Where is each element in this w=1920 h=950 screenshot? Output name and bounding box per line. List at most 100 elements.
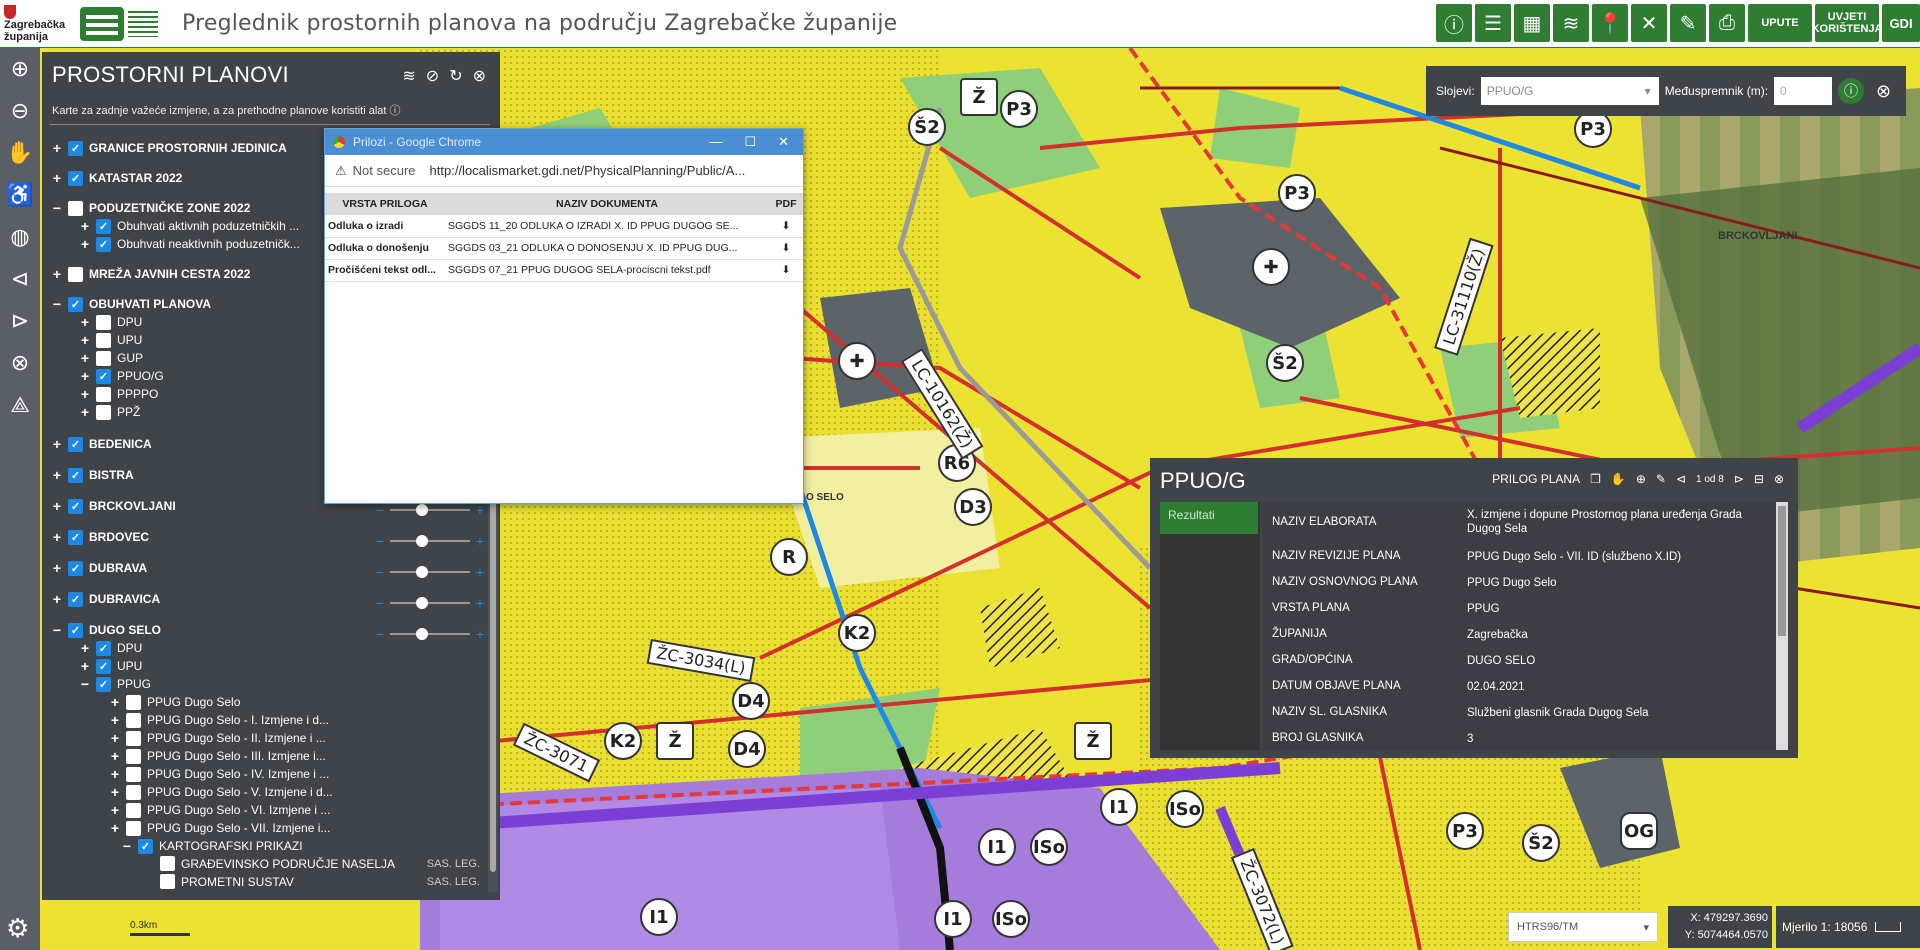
layer-row[interactable]: − ✓ KARTOGRAFSKI PRIKAZI bbox=[120, 838, 303, 854]
info-icon[interactable]: ⓘ bbox=[390, 105, 401, 117]
checkbox[interactable]: ✓ bbox=[68, 560, 83, 576]
opacity-slider[interactable]: − + bbox=[376, 564, 484, 580]
checkbox[interactable]: ✓ bbox=[96, 658, 111, 674]
checkbox[interactable] bbox=[126, 712, 141, 728]
globe-icon[interactable]: ◍ bbox=[0, 216, 40, 258]
checkbox[interactable] bbox=[126, 748, 141, 764]
checkbox[interactable] bbox=[96, 314, 111, 330]
layer-row[interactable]: − ✓ DUGO SELO bbox=[50, 622, 161, 638]
layer-row[interactable]: + ✓ Obuhvati neaktivnih poduzetničk... bbox=[78, 236, 300, 252]
url-text[interactable]: http://localismarket.gdi.net/PhysicalPla… bbox=[430, 163, 746, 178]
layer-row[interactable]: + ✓ GRANICE PROSTORNIH JEDINICA bbox=[50, 140, 287, 156]
checkbox[interactable]: ✓ bbox=[68, 296, 83, 312]
gear-icon[interactable]: ⚙ bbox=[6, 913, 29, 944]
column-header[interactable]: NAZIV DOKUMENTA bbox=[445, 193, 769, 215]
download-icon[interactable]: ⬇ bbox=[769, 259, 803, 282]
table-row[interactable]: Odluka o izradi SGGDS 11_20 ODLUKA O IZR… bbox=[325, 215, 803, 238]
layer-select[interactable]: PPUO/G ▾ bbox=[1480, 77, 1659, 105]
layer-row[interactable]: + PPUG Dugo Selo - VII. Izmjene i... bbox=[108, 820, 331, 836]
checkbox[interactable]: ✓ bbox=[138, 838, 153, 854]
highlight-icon[interactable]: ✎ bbox=[1656, 472, 1666, 486]
layer-row[interactable]: + ✓ DUBRAVICA bbox=[50, 591, 160, 607]
download-icon[interactable]: ⬇ bbox=[769, 215, 803, 238]
opacity-slider[interactable]: − + bbox=[376, 626, 484, 642]
checkbox[interactable] bbox=[126, 766, 141, 782]
layer-row[interactable]: − PODUZETNIČKE ZONE 2022 bbox=[50, 200, 250, 216]
tab-rezultati[interactable]: Rezultati bbox=[1160, 502, 1258, 534]
close-icon[interactable]: ✕ bbox=[778, 134, 789, 150]
layer-row[interactable]: + PPUG Dugo Selo bbox=[108, 694, 240, 710]
checkbox[interactable]: ✓ bbox=[68, 170, 83, 186]
checkbox[interactable]: ✓ bbox=[68, 467, 83, 483]
layer-row[interactable]: + PPUG Dugo Selo - VI. Izmjene i ... bbox=[108, 802, 331, 818]
layer-row[interactable]: + ✓ BEDENICA bbox=[50, 436, 152, 452]
checkbox[interactable] bbox=[68, 200, 83, 216]
layer-row[interactable]: + ✓ KATASTAR 2022 bbox=[50, 170, 182, 186]
checkbox[interactable] bbox=[96, 350, 111, 366]
layer-row[interactable]: PROMETNI SUSTAV bbox=[156, 874, 294, 889]
layer-row[interactable]: + GUP bbox=[78, 350, 143, 366]
previous-icon[interactable]: ⊲ bbox=[1676, 472, 1686, 486]
checkbox[interactable] bbox=[126, 802, 141, 818]
address-bar[interactable]: ⚠ Not secure http://localismarket.gdi.ne… bbox=[325, 155, 803, 187]
checkbox[interactable] bbox=[160, 874, 175, 889]
list-icon[interactable]: ☰ bbox=[1475, 4, 1511, 42]
results-scrollbar[interactable] bbox=[1776, 502, 1788, 750]
checkbox[interactable]: ✓ bbox=[96, 236, 111, 252]
layer-row[interactable]: − ✓ OBUHVATI PLANOVA bbox=[50, 296, 211, 312]
checkbox[interactable] bbox=[96, 404, 111, 420]
layer-row[interactable]: + PPŽ bbox=[78, 404, 140, 420]
close-icon[interactable]: ⊗ bbox=[473, 66, 486, 86]
table-row[interactable]: Pročišćeni tekst odl... SGGDS 07_21 PPUG… bbox=[325, 259, 803, 282]
layer-row[interactable]: + ✓ PPUO/G bbox=[78, 368, 164, 384]
layers-icon[interactable]: ≋ bbox=[1553, 4, 1589, 42]
pin-icon[interactable]: 📍 bbox=[1592, 4, 1628, 42]
checkbox[interactable] bbox=[126, 694, 141, 710]
layer-row[interactable]: + ✓ BRDOVEC bbox=[50, 529, 149, 545]
forward-icon[interactable]: ⊳ bbox=[0, 300, 40, 342]
checkbox[interactable]: ✓ bbox=[68, 591, 83, 607]
layer-row[interactable]: + ✓ UPU bbox=[78, 658, 142, 674]
layer-row[interactable]: − ✓ PPUG bbox=[78, 676, 151, 692]
layer-row[interactable]: + PPUG Dugo Selo - III. Izmjene i... bbox=[108, 748, 326, 764]
table-row[interactable]: Odluka o donošenju SGGDS 03_21 ODLUKA O … bbox=[325, 237, 803, 260]
prilog-plana-label[interactable]: PRILOG PLANA bbox=[1492, 472, 1580, 486]
info-icon[interactable]: ⓘ bbox=[1436, 4, 1472, 42]
checkbox[interactable] bbox=[96, 332, 111, 348]
gdi-button[interactable]: GDI bbox=[1882, 4, 1920, 42]
layer-row[interactable]: + PPPPO bbox=[78, 386, 158, 402]
layer-row[interactable]: + ✓ DPU bbox=[78, 640, 142, 656]
measure-icon[interactable]: ⟁ bbox=[0, 384, 40, 426]
checkbox[interactable] bbox=[96, 386, 111, 402]
maximize-icon[interactable]: ☐ bbox=[744, 134, 756, 150]
opacity-slider[interactable]: − + bbox=[376, 595, 484, 611]
upute-button[interactable]: UPUTE bbox=[1748, 4, 1812, 42]
zoom-icon[interactable]: ⊕ bbox=[1636, 472, 1646, 486]
layer-row[interactable]: + ✓ BISTRA bbox=[50, 467, 134, 483]
legend-link[interactable]: SAS. LEG. bbox=[427, 876, 480, 888]
zoom-in-icon[interactable]: ⊕ bbox=[0, 48, 40, 90]
checkbox[interactable]: ✓ bbox=[68, 498, 83, 514]
checkbox[interactable] bbox=[126, 784, 141, 800]
clear-icon[interactable]: ⊗ bbox=[0, 342, 40, 384]
grid-icon[interactable]: ▦ bbox=[1514, 4, 1550, 42]
layer-row[interactable]: + UPU bbox=[78, 332, 142, 348]
back-icon[interactable]: ⊲ bbox=[0, 258, 40, 300]
tools-icon[interactable]: ✕ bbox=[1631, 4, 1667, 42]
ruler-icon[interactable] bbox=[1875, 922, 1902, 932]
layer-row[interactable]: + MREŽA JAVNIH CESTA 2022 bbox=[50, 266, 250, 282]
checkbox[interactable] bbox=[68, 266, 83, 282]
layer-row[interactable]: + ✓ DUBRAVA bbox=[50, 560, 147, 576]
zoom-out-icon[interactable]: ⊖ bbox=[0, 90, 40, 132]
layer-row[interactable]: + PPUG Dugo Selo - IV. Izmjene i ... bbox=[108, 766, 329, 782]
refresh-icon[interactable]: ↻ bbox=[449, 66, 462, 86]
close-icon[interactable]: ⊗ bbox=[1876, 81, 1891, 102]
window-titlebar[interactable]: Prilozi - Google Chrome — ☐ ✕ bbox=[325, 129, 803, 155]
person-icon[interactable]: ♿ bbox=[0, 174, 40, 216]
layer-row[interactable]: + PPUG Dugo Selo - II. Izmjene i ... bbox=[108, 730, 326, 746]
checkbox[interactable] bbox=[160, 856, 175, 871]
checkbox[interactable]: ✓ bbox=[96, 368, 111, 384]
projection-select[interactable]: HTRS96/TM ▾ bbox=[1508, 912, 1658, 942]
layer-row[interactable]: + ✓ BRCKOVLJANI bbox=[50, 498, 176, 514]
layer-row[interactable]: + ✓ Obuhvati aktivnih poduzetničkih ... bbox=[78, 218, 299, 234]
